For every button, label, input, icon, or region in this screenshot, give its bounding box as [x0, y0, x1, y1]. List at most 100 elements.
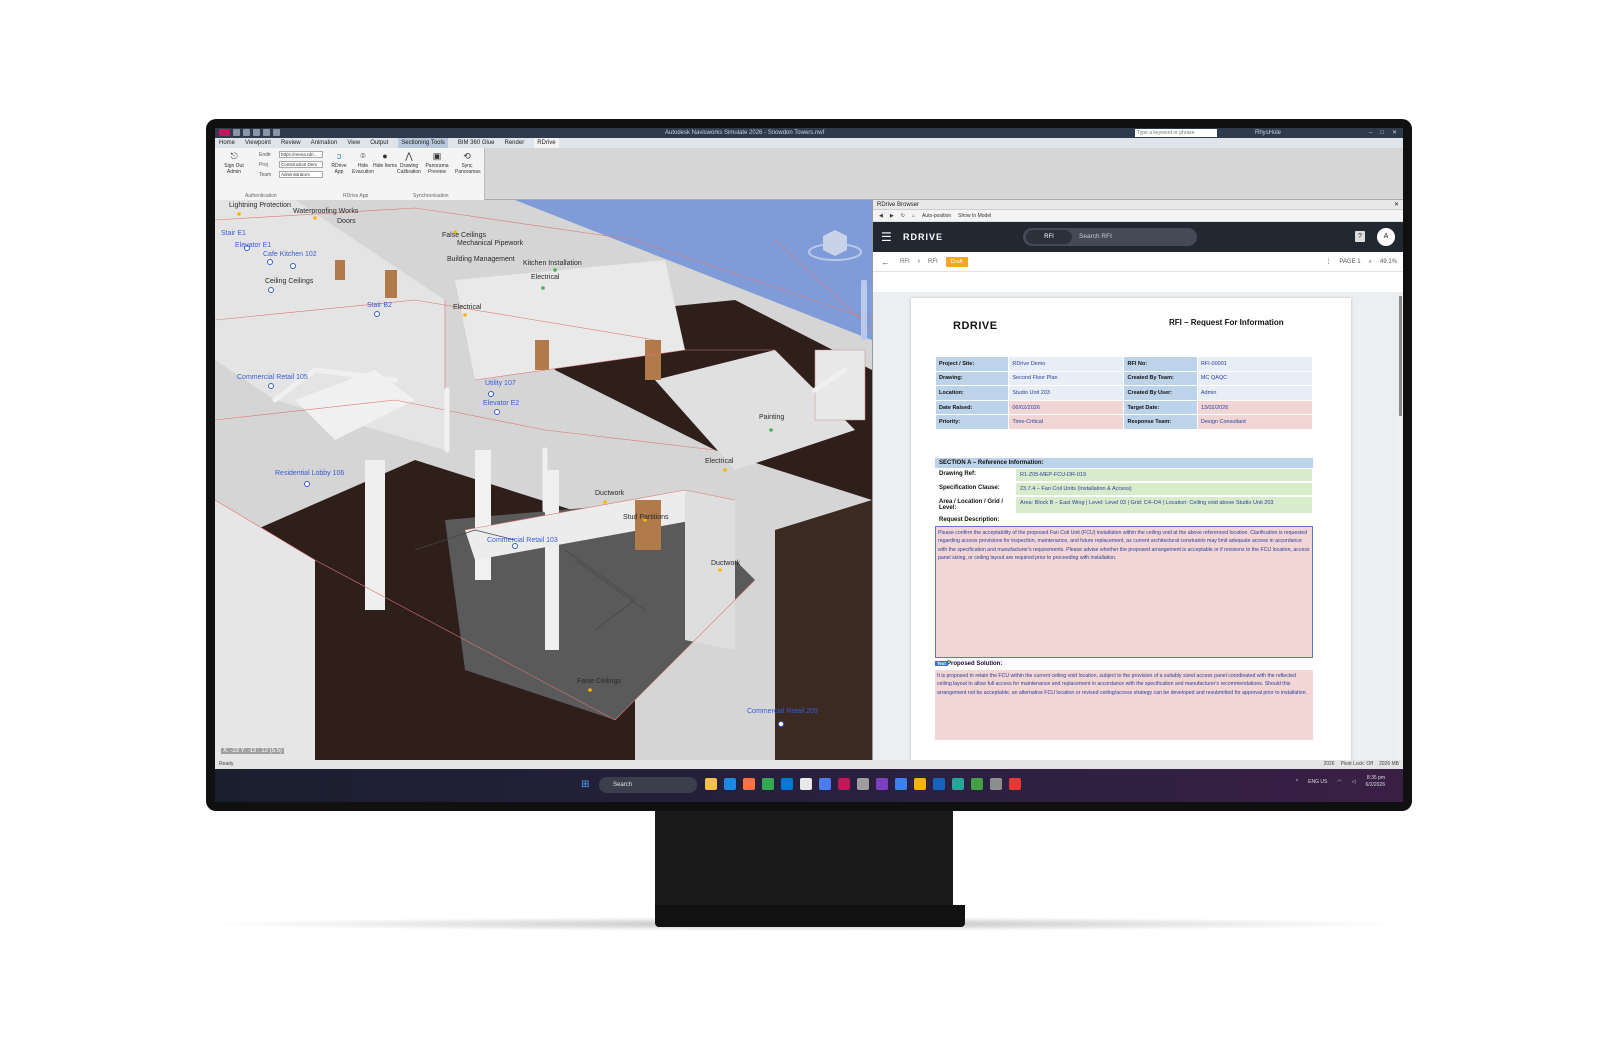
tab-output[interactable]: Output — [370, 138, 388, 148]
model-label[interactable]: Building Management — [447, 256, 515, 263]
field-value[interactable]: MC QAQC — [1196, 370, 1314, 387]
taskbar-app-icon[interactable] — [857, 778, 869, 790]
help-search-input[interactable]: Type a keyword or phrase — [1135, 129, 1217, 137]
taskbar-search[interactable]: Search — [599, 777, 697, 793]
model-label[interactable]: Kitchen Installation — [523, 260, 582, 267]
field-value[interactable]: Studio Unit 203 — [1008, 385, 1125, 401]
model-label[interactable]: Ductwork — [711, 560, 740, 567]
model-label[interactable]: Electrical — [531, 274, 559, 281]
model-label[interactable]: Stair E1 — [221, 230, 246, 237]
back-nav-icon[interactable]: ◀ — [879, 210, 883, 221]
tab-home[interactable]: Home — [219, 138, 235, 148]
model-label[interactable]: Mechanical Pipework — [457, 240, 523, 247]
search-input[interactable]: Search RFI — [1079, 228, 1112, 246]
taskbar-app-icon[interactable] — [724, 778, 736, 790]
language-indicator[interactable]: ENG US — [1308, 779, 1327, 785]
model-label[interactable]: Utility 107 — [485, 380, 516, 387]
taskbar-app-icon[interactable] — [990, 778, 1002, 790]
taskbar-app-icon[interactable] — [800, 778, 812, 790]
print-icon[interactable] — [253, 129, 260, 136]
redo-icon[interactable] — [273, 129, 280, 136]
rfi-filter-pill[interactable]: RFI — [1026, 230, 1072, 244]
breadcrumb-item[interactable]: RFI — [900, 259, 910, 265]
save-icon[interactable] — [243, 129, 250, 136]
refresh-icon[interactable]: ↻ — [901, 210, 905, 221]
field-value[interactable]: RDrive Demo — [1008, 356, 1125, 372]
taskbar-app-icon[interactable] — [952, 778, 964, 790]
nav-bar[interactable] — [861, 280, 867, 340]
hide-items-button[interactable]: ● Hide Items — [373, 151, 397, 169]
endpoint-input[interactable] — [279, 151, 323, 158]
windows-start-icon[interactable]: ⊞ — [581, 779, 589, 790]
model-label[interactable]: Stud Partitions — [623, 514, 669, 521]
user-name[interactable]: RhysHole — [1255, 128, 1281, 138]
taskbar-app-icon[interactable] — [781, 778, 793, 790]
model-label[interactable]: Electrical — [453, 304, 481, 311]
tab-sectioning-tools[interactable]: Sectioning Tools — [398, 138, 448, 148]
scrollbar-thumb[interactable] — [1399, 296, 1402, 416]
area-field[interactable]: Area: Block B – East Wing | Level: Level… — [1015, 496, 1313, 514]
chevron-up-icon[interactable]: ^ — [1296, 779, 1298, 785]
panorama-preview-button[interactable]: ▣ Panorama Preview — [425, 151, 449, 175]
pivot-lock-status[interactable]: Pivot Lock: Off — [1341, 760, 1373, 769]
taskbar-app-icon[interactable] — [705, 778, 717, 790]
field-value[interactable]: Design Consultant — [1196, 414, 1314, 430]
drawing-ref-field[interactable]: R1-Z05-MEP-FCU-DR-019 — [1015, 468, 1313, 482]
avatar[interactable]: A — [1377, 228, 1395, 246]
model-label[interactable]: Commercial Retail 103 — [487, 537, 558, 544]
proposed-solution-field[interactable]: It is proposed to retain the FCU within … — [935, 670, 1313, 740]
model-label[interactable]: Elevator E1 — [235, 242, 271, 249]
taskbar-app-icon[interactable] — [762, 778, 774, 790]
model-viewport[interactable]: Lightning Protection Waterproofing Works… — [215, 200, 872, 760]
taskbar-app-icon[interactable] — [933, 778, 945, 790]
brand-logo[interactable]: RDRIVE — [903, 232, 943, 242]
model-label[interactable]: Lightning Protection — [229, 202, 291, 209]
breadcrumb-item[interactable]: RFI — [928, 259, 938, 265]
tab-rdrive[interactable]: RDrive — [534, 138, 559, 148]
tab-animation[interactable]: Animation — [311, 138, 338, 148]
model-label[interactable]: Doors — [337, 218, 356, 225]
volume-icon[interactable]: ◁ — [1352, 779, 1356, 785]
taskbar-app-icon[interactable] — [838, 778, 850, 790]
taskbar-app-icon[interactable] — [743, 778, 755, 790]
hide-evacuation-button[interactable]: ⌾ Hide Evacution — [351, 151, 375, 175]
sign-out-button[interactable]: ⎋ Sign Out Admin — [217, 151, 251, 175]
field-value[interactable]: Second Floor Plan — [1008, 370, 1125, 387]
undo-icon[interactable] — [263, 129, 270, 136]
clock[interactable]: 8:35 pm 6/2/2026 — [1366, 775, 1385, 789]
forward-nav-icon[interactable]: ▶ — [890, 210, 894, 221]
model-label[interactable]: Waterproofing Works — [293, 208, 358, 215]
field-value[interactable]: RFI-00001 — [1196, 356, 1314, 372]
app-logo-icon[interactable] — [219, 129, 230, 136]
model-label[interactable]: False Ceilings — [442, 232, 486, 239]
model-label[interactable]: Electrical — [705, 458, 733, 465]
project-input[interactable] — [279, 161, 323, 168]
taskbar-app-icon[interactable] — [876, 778, 888, 790]
model-label[interactable]: Elevator E2 — [483, 400, 519, 407]
close-icon[interactable]: ✕ — [1392, 128, 1397, 138]
vertical-scrollbar[interactable] — [1398, 292, 1403, 760]
field-value[interactable]: Time-Critical — [1008, 414, 1125, 430]
field-value[interactable]: 06/02/2026 — [1008, 399, 1125, 416]
taskbar-app-icon[interactable] — [971, 778, 983, 790]
model-label[interactable]: False Ceilings — [577, 678, 621, 685]
model-label[interactable]: Ceiling Ceilings — [265, 278, 313, 285]
model-label[interactable]: Commercial Retail 105 — [237, 374, 308, 381]
taskbar-app-icon[interactable] — [819, 778, 831, 790]
taskbar-app-icon[interactable] — [895, 778, 907, 790]
spec-clause-field[interactable]: 23.7.4 – Fan Coil Units (Installation & … — [1015, 482, 1313, 496]
field-value[interactable]: 13/02/2026 — [1196, 399, 1314, 416]
tab-render[interactable]: Render — [505, 138, 525, 148]
minimize-icon[interactable]: – — [1369, 128, 1372, 138]
zoom-icon[interactable]: ⌕ — [1369, 252, 1372, 272]
tab-viewpoint[interactable]: Viewpoint — [245, 138, 271, 148]
help-icon[interactable]: ? — [1355, 231, 1365, 242]
model-label[interactable]: Ductwork — [595, 490, 624, 497]
tab-review[interactable]: Review — [281, 138, 301, 148]
taskbar-app-icon[interactable] — [1009, 778, 1021, 790]
tab-view[interactable]: View — [347, 138, 360, 148]
document-viewer[interactable]: RDRIVE RFI – Request For Information Pro… — [873, 292, 1403, 760]
model-label[interactable]: Commercial Retail 209 — [747, 708, 818, 715]
drawing-calibration-button[interactable]: ⋀ Drawing Calibration — [397, 151, 421, 175]
zoom-level[interactable]: 49.1% — [1380, 252, 1397, 272]
